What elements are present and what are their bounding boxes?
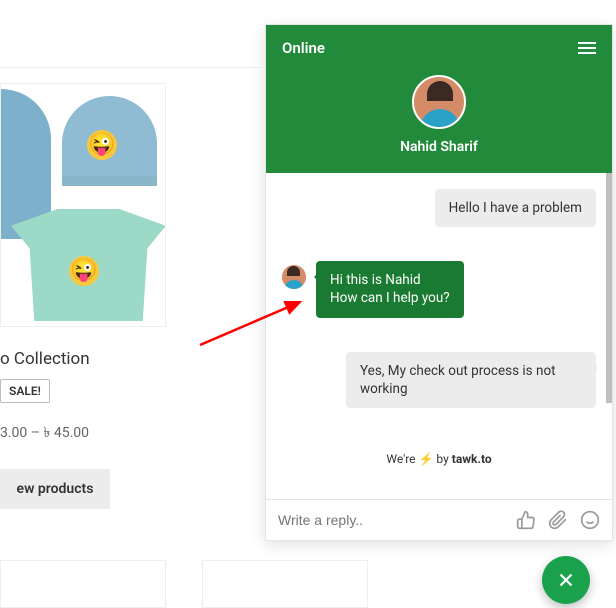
message-agent: Hi this is Nahid How can I help you? bbox=[282, 261, 596, 317]
product-image[interactable] bbox=[202, 560, 368, 608]
product-grid: o Collection SALE! 3.00 – ৳ 45.00 ew pro… bbox=[0, 67, 260, 509]
product-row-2 bbox=[0, 560, 368, 608]
chat-menu-icon[interactable] bbox=[578, 42, 596, 54]
chat-input-bar bbox=[266, 499, 612, 540]
message-text: Hi this is Nahid bbox=[330, 272, 421, 288]
message-bubble: Hello I have a problem bbox=[435, 189, 596, 227]
chat-body: Hello I have a problem Hi this is Nahid … bbox=[266, 173, 612, 499]
scrollbar[interactable] bbox=[606, 173, 612, 403]
bolt-icon: ⚡ bbox=[419, 452, 434, 466]
chat-status: Online bbox=[282, 39, 325, 57]
attachment-icon[interactable] bbox=[548, 510, 568, 530]
powered-text: We're bbox=[386, 452, 418, 466]
view-products-button[interactable]: ew products bbox=[0, 469, 110, 509]
product-image[interactable] bbox=[0, 83, 166, 327]
message-bubble: Hi this is Nahid How can I help you? bbox=[316, 261, 464, 317]
powered-by[interactable]: We're ⚡ by tawk.to bbox=[282, 442, 596, 476]
message-text: How can I help you? bbox=[330, 290, 450, 306]
powered-brand: tawk.to bbox=[452, 452, 492, 466]
product-image[interactable] bbox=[0, 560, 166, 608]
emoji-icon[interactable] bbox=[580, 510, 600, 530]
message-user: Yes, My check out process is not working bbox=[282, 352, 596, 408]
powered-text: by bbox=[433, 452, 451, 466]
product-card[interactable]: o Collection SALE! 3.00 – ৳ 45.00 ew pro… bbox=[0, 68, 170, 509]
agent-avatar-small bbox=[282, 265, 306, 289]
chat-header: Online Nahid Sharif bbox=[266, 25, 612, 173]
message-bubble: Yes, My check out process is not working bbox=[346, 352, 596, 408]
reply-input[interactable] bbox=[278, 512, 504, 528]
agent-name: Nahid Sharif bbox=[282, 139, 596, 155]
product-price: 3.00 – ৳ 45.00 bbox=[0, 421, 170, 445]
product-title[interactable]: o Collection bbox=[0, 349, 170, 369]
thumbs-up-icon[interactable] bbox=[516, 510, 536, 530]
chat-close-button[interactable] bbox=[542, 556, 590, 604]
chat-widget: Online Nahid Sharif Hello I have a probl… bbox=[265, 24, 613, 541]
agent-avatar[interactable] bbox=[412, 75, 466, 129]
sale-badge: SALE! bbox=[0, 379, 50, 403]
message-user: Hello I have a problem bbox=[282, 189, 596, 227]
